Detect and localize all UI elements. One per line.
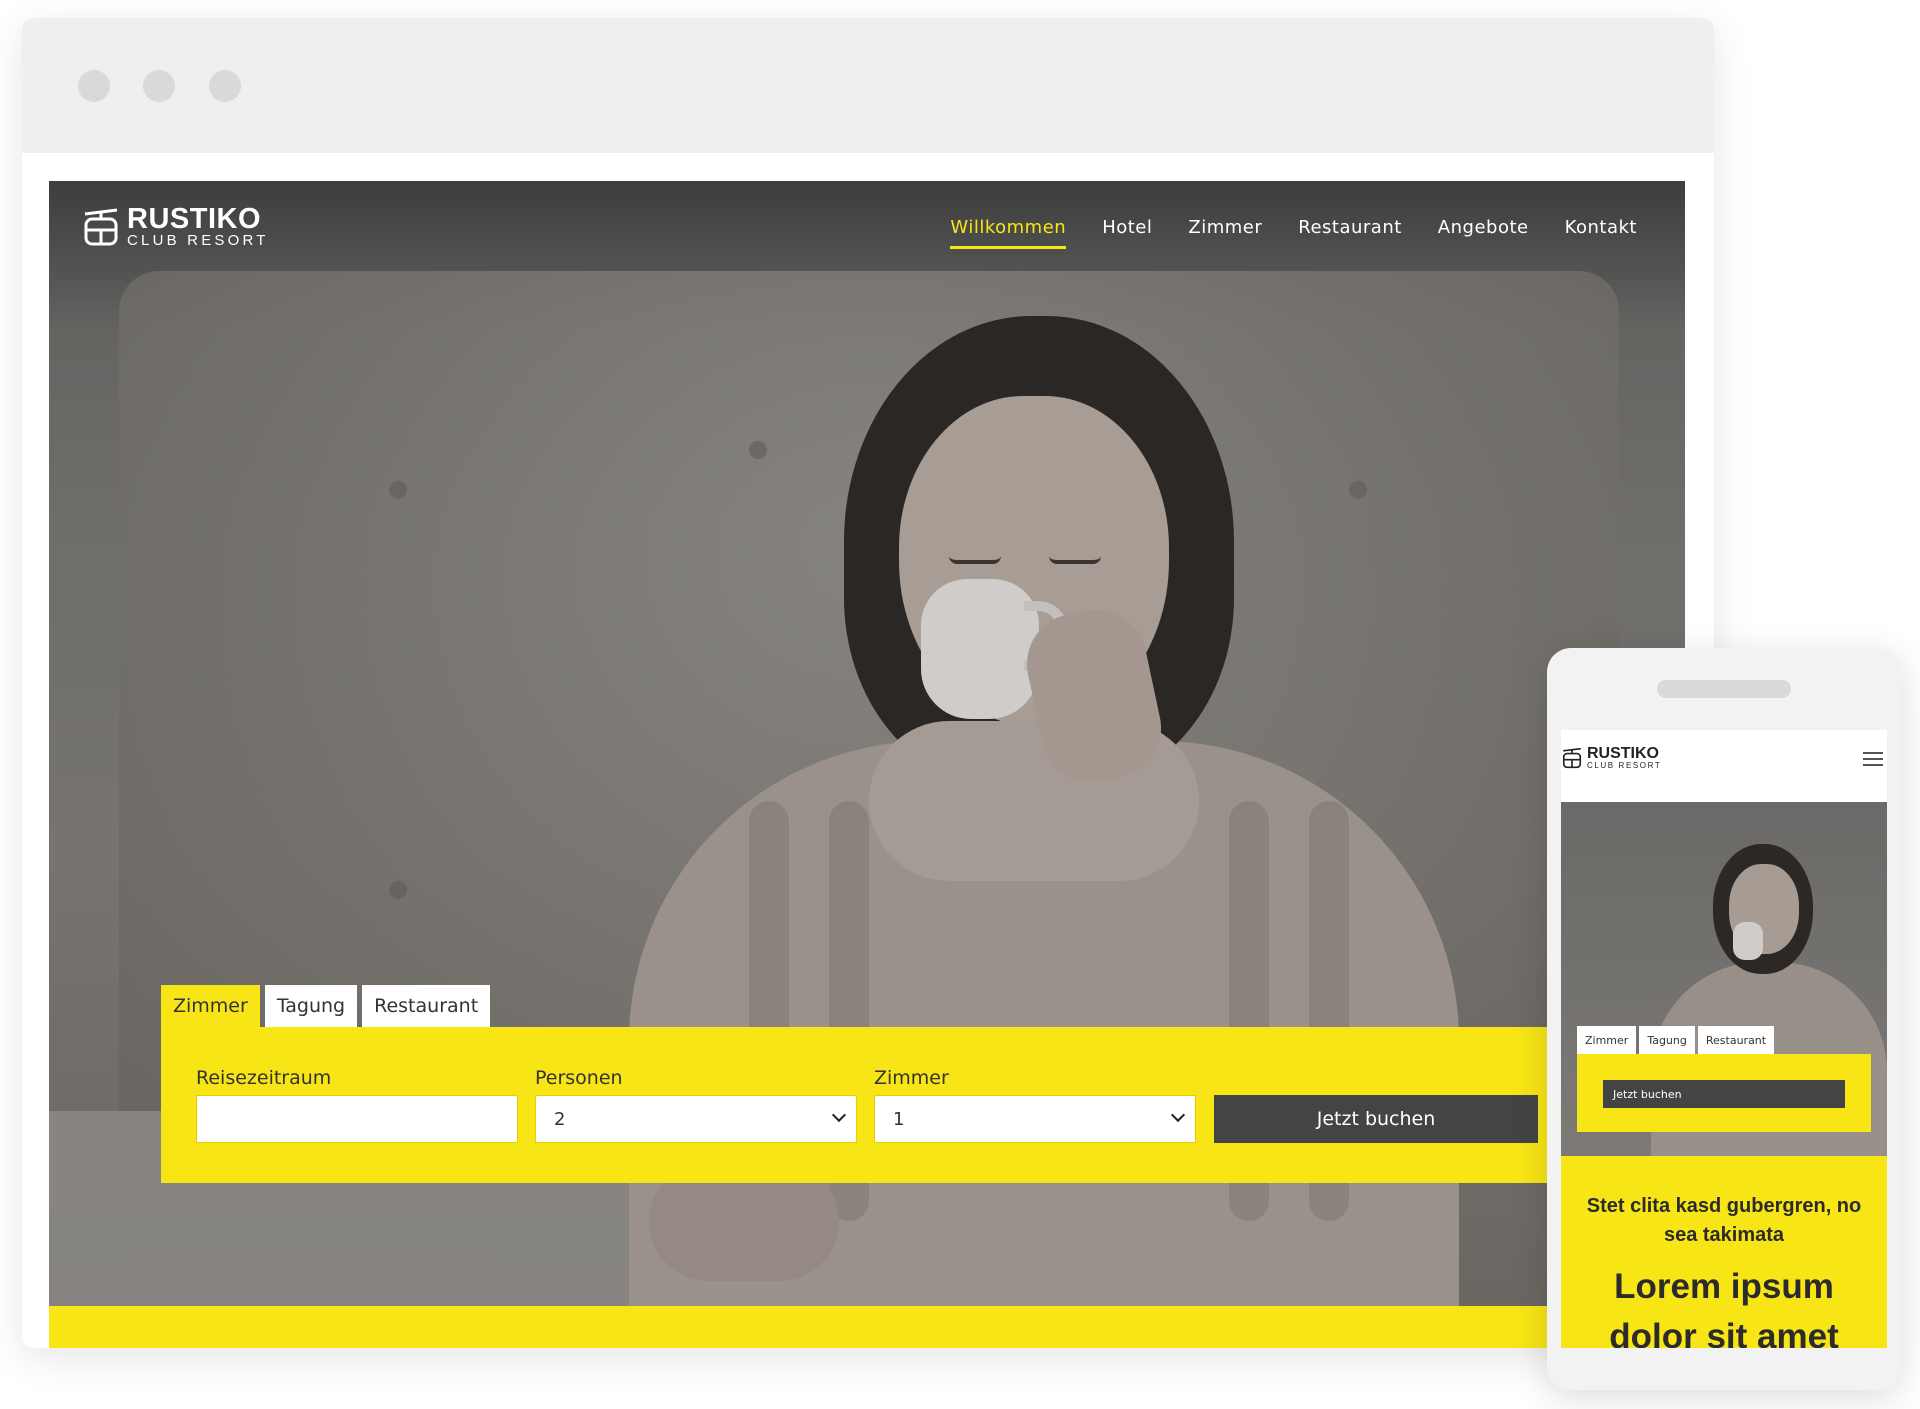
tab-restaurant[interactable]: Restaurant <box>362 985 491 1027</box>
window-control-dot <box>143 70 175 102</box>
mobile-intro-section: Stet clita kasd gubergren, no sea takima… <box>1561 1156 1887 1348</box>
rooms-select[interactable]: 1 <box>874 1095 1196 1143</box>
cable-car-icon <box>1562 747 1582 769</box>
travel-period-label: Reisezeitraum <box>196 1067 332 1089</box>
mobile-brand-tagline: CLUB RESORT <box>1587 761 1662 770</box>
mobile-intro-subtitle: Stet clita kasd gubergren, no sea takima… <box>1586 1195 1862 1246</box>
mobile-site-logo[interactable]: RUSTIKO CLUB RESORT <box>1561 746 1661 770</box>
travel-period-input[interactable] <box>196 1095 518 1143</box>
mobile-hero-image: Zimmer Tagung Restaurant Jetzt buchen <box>1561 802 1887 1156</box>
mobile-intro-title: Lorem ipsum dolor sit amet <box>1609 1267 1839 1348</box>
window-control-dot <box>78 70 110 102</box>
mobile-viewport: RUSTIKO CLUB RESORT Zimmer Tagung Restau… <box>1561 730 1887 1348</box>
nav-item-angebote[interactable]: Angebote <box>1438 217 1529 249</box>
booking-tabs: Zimmer Tagung Restaurant <box>161 985 491 1027</box>
rooms-label: Zimmer <box>874 1067 949 1089</box>
site-logo[interactable]: RUSTIKO CLUB RESORT <box>81 205 269 248</box>
nav-item-zimmer[interactable]: Zimmer <box>1188 217 1262 249</box>
desktop-browser-mockup: RUSTIKO CLUB RESORT Willkommen Hotel Zim… <box>22 18 1714 1348</box>
mobile-booking-form: Jetzt buchen <box>1577 1054 1871 1132</box>
tab-tagung[interactable]: Tagung <box>264 985 358 1027</box>
nav-item-restaurant[interactable]: Restaurant <box>1298 217 1402 249</box>
tab-zimmer[interactable]: Zimmer <box>161 985 260 1027</box>
persons-select[interactable]: 2 <box>535 1095 857 1143</box>
mobile-book-now-button[interactable]: Jetzt buchen <box>1603 1080 1845 1108</box>
section-strip <box>49 1306 1685 1348</box>
brand-name: RUSTIKO <box>127 203 261 235</box>
hamburger-menu-icon[interactable] <box>1863 752 1883 766</box>
mobile-brand-name: RUSTIKO <box>1587 745 1659 762</box>
website-viewport: RUSTIKO CLUB RESORT Willkommen Hotel Zim… <box>49 181 1685 1348</box>
rooms-value: 1 <box>893 1108 905 1130</box>
mobile-tab-tagung[interactable]: Tagung <box>1639 1026 1695 1054</box>
chevron-down-icon <box>831 1107 847 1123</box>
nav-item-willkommen[interactable]: Willkommen <box>950 217 1067 249</box>
cable-car-icon <box>84 208 118 245</box>
persons-value: 2 <box>554 1108 566 1130</box>
mobile-booking-tabs: Zimmer Tagung Restaurant <box>1577 1026 1775 1054</box>
coffee-mug <box>921 579 1039 719</box>
mobile-device-mockup: RUSTIKO CLUB RESORT Zimmer Tagung Restau… <box>1547 648 1901 1390</box>
mobile-tab-restaurant[interactable]: Restaurant <box>1697 1026 1775 1054</box>
nav-item-kontakt[interactable]: Kontakt <box>1565 217 1637 249</box>
nav-item-hotel[interactable]: Hotel <box>1102 217 1152 249</box>
book-now-button[interactable]: Jetzt buchen <box>1214 1095 1538 1143</box>
persons-label: Personen <box>535 1067 623 1089</box>
mobile-tab-zimmer[interactable]: Zimmer <box>1577 1026 1637 1054</box>
booking-form: Reisezeitraum Personen 2 Zimmer 1 Jetzt … <box>161 1027 1685 1183</box>
brand-tagline: CLUB RESORT <box>127 232 269 249</box>
coffee-mug <box>1733 922 1763 960</box>
phone-speaker <box>1657 680 1791 698</box>
window-control-dot <box>209 70 241 102</box>
browser-title-bar <box>22 18 1714 153</box>
chevron-down-icon <box>1170 1107 1186 1123</box>
main-navigation: Willkommen Hotel Zimmer Restaurant Angeb… <box>950 217 1637 249</box>
